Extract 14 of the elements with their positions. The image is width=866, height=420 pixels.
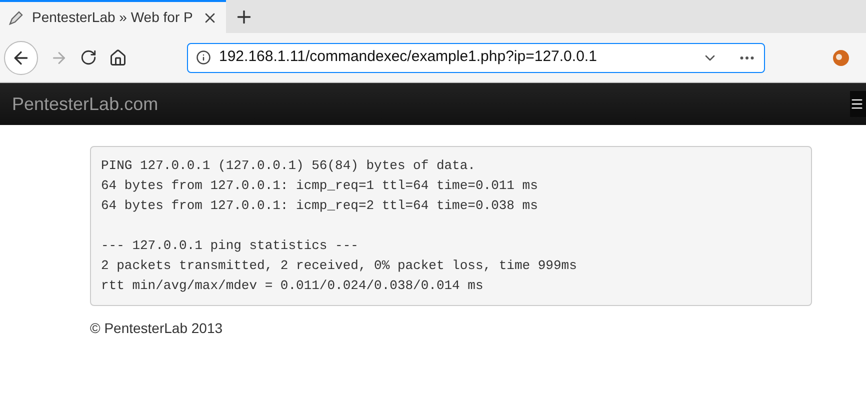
home-icon[interactable] — [109, 48, 127, 66]
footer-text: © PentesterLab 2013 — [90, 319, 224, 338]
command-output: PING 127.0.0.1 (127.0.0.1) 56(84) bytes of data. 64 bytes from 127.0.0.1: icmp_req=1 ttl=64 time=0.011 ms 64 bytes from 127.0.0.1: icmp_req=2 ttl=64 time=0.038 ms --- 127.0.0.1 ping statistics --- 2 packets transmitted, 2 received, 0% packet loss, time 999ms rtt min/avg/max/mdev = 0.011/0.024/0.038/0.014 ms — [90, 146, 812, 306]
menu-icon — [850, 97, 864, 111]
tab-title: PentesterLab » Web for P — [32, 8, 193, 27]
brand-link[interactable]: PentesterLab.com — [12, 90, 158, 118]
menu-button[interactable] — [850, 91, 866, 117]
browser-tab[interactable]: PentesterLab » Web for P — [0, 0, 226, 33]
info-icon[interactable] — [196, 50, 211, 65]
back-button[interactable] — [4, 40, 38, 74]
pencil-icon — [8, 10, 24, 26]
address-bar[interactable]: 192.168.1.11/commandexec/example1.php?ip=127.0.0.1 — [187, 42, 765, 72]
reload-icon[interactable] — [80, 49, 97, 66]
url-text: 192.168.1.11/commandexec/example1.php?ip=127.0.0.1 — [219, 47, 597, 68]
